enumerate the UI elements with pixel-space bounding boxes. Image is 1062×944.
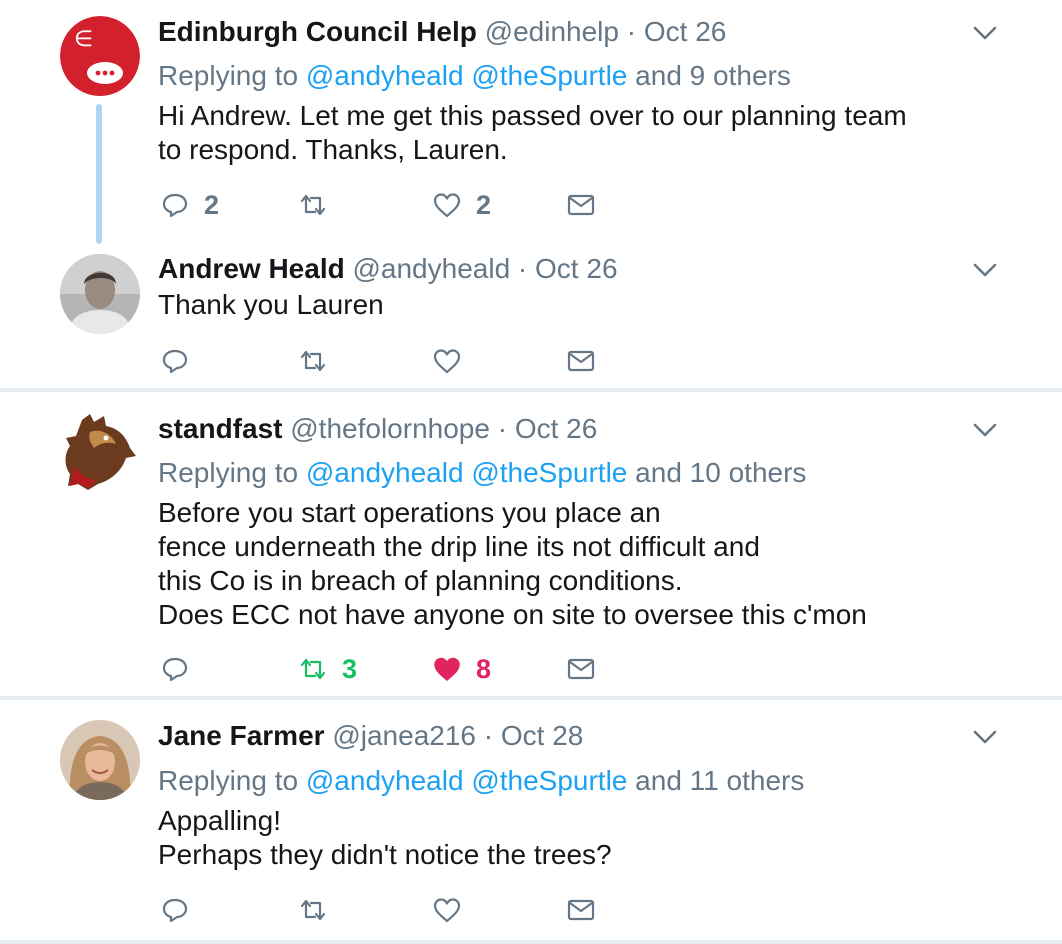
direct-message-button[interactable] (566, 344, 596, 378)
display-name[interactable]: standfast (158, 413, 282, 444)
mention-link[interactable]: @theSpurtle (471, 765, 627, 796)
tweet-menu-chevron-down-icon[interactable] (972, 24, 998, 42)
replying-to-line: Replying to @andyheald @theSpurtle and 9… (158, 58, 791, 94)
tweet-actions: 2 2 (160, 188, 640, 222)
reply-count: 2 (204, 189, 220, 220)
header-separator: · (626, 16, 637, 47)
tweet-actions (160, 344, 640, 378)
replying-to-prefix: Replying to (158, 60, 299, 91)
tweet-text: Thank you Lauren (158, 289, 384, 320)
like-count: 8 (476, 653, 492, 684)
reply-icon (162, 898, 188, 923)
tweet-actions (160, 893, 640, 927)
header-separator: · (497, 413, 508, 444)
speech-bubble-logo-icon: ∈ (60, 16, 140, 96)
tweet-date[interactable]: Oct 26 (515, 413, 597, 444)
tweet-text: Appalling! Perhaps they didn't notice th… (158, 805, 612, 870)
mention-link[interactable]: @andyheald (306, 765, 464, 796)
like-button[interactable]: 2 (432, 188, 491, 222)
heart-icon (433, 898, 461, 923)
reply-button[interactable] (160, 652, 204, 686)
tweet-header: standfast @thefolornhope · Oct 26 (158, 411, 597, 447)
heart-icon (433, 193, 461, 218)
tweet-janea216[interactable]: Jane Farmer @janea216 · Oct 28 Replying … (0, 700, 1062, 940)
mention-link[interactable]: @andyheald (306, 457, 464, 488)
retweet-icon (300, 350, 326, 372)
envelope-icon (567, 350, 595, 372)
tweet-header: Jane Farmer @janea216 · Oct 28 (158, 718, 583, 754)
heart-icon (433, 349, 461, 374)
tweet-header: Edinburgh Council Help @edinhelp · Oct 2… (158, 14, 726, 50)
like-button[interactable] (432, 344, 476, 378)
retweet-button[interactable]: 3 (298, 652, 357, 686)
tweet-thefolornhope[interactable]: standfast @thefolornhope · Oct 26 Replyi… (0, 392, 1062, 696)
retweet-count: 3 (342, 653, 358, 684)
retweet-icon (300, 658, 326, 680)
replying-to-line: Replying to @andyheald @theSpurtle and 1… (158, 763, 804, 799)
reply-icon (162, 349, 188, 374)
svg-text:∈: ∈ (74, 26, 93, 51)
retweet-button[interactable] (298, 893, 342, 927)
user-handle[interactable]: @andyheald (352, 253, 510, 284)
retweet-icon (300, 194, 326, 216)
mention-link[interactable]: @theSpurtle (471, 457, 627, 488)
thread-connector-line (96, 104, 102, 244)
person-photo-icon (60, 720, 140, 800)
replying-to-prefix: Replying to (158, 457, 299, 488)
replying-to-others[interactable]: and 10 others (635, 457, 806, 488)
avatar-andyheald[interactable] (60, 254, 140, 334)
tweet-header: Andrew Heald @andyheald · Oct 26 (158, 251, 618, 287)
tweet-menu-chevron-down-icon[interactable] (972, 421, 998, 439)
replying-to-others[interactable]: and 11 others (635, 765, 804, 796)
avatar-thefolornhope[interactable] (60, 410, 140, 490)
tweet-date[interactable]: Oct 26 (535, 253, 617, 284)
tweet-date[interactable]: Oct 26 (644, 16, 726, 47)
direct-message-button[interactable] (566, 652, 596, 686)
like-count: 2 (476, 189, 492, 220)
retweet-icon (300, 899, 326, 921)
replying-to-prefix: Replying to (158, 765, 299, 796)
retweet-button[interactable] (298, 188, 342, 222)
reply-icon (162, 657, 188, 682)
reply-icon (162, 193, 188, 218)
tweet-edinhelp[interactable]: ∈ Edinburgh Council Help @edinhelp · Oct… (0, 0, 1062, 244)
reply-button[interactable] (160, 893, 204, 927)
avatar-janea216[interactable] (60, 720, 140, 800)
retweet-button[interactable] (298, 344, 342, 378)
heraldic-beast-icon (60, 410, 140, 490)
mention-link[interactable]: @andyheald (306, 60, 464, 91)
display-name[interactable]: Edinburgh Council Help (158, 16, 477, 47)
envelope-icon (567, 194, 595, 216)
replying-to-line: Replying to @andyheald @theSpurtle and 1… (158, 455, 806, 491)
mention-link[interactable]: @theSpurtle (471, 60, 627, 91)
tweet-divider (0, 940, 1062, 944)
display-name[interactable]: Andrew Heald (158, 253, 345, 284)
header-separator: · (517, 253, 528, 284)
tweet-menu-chevron-down-icon[interactable] (972, 261, 998, 279)
user-handle[interactable]: @edinhelp (485, 16, 619, 47)
user-handle[interactable]: @thefolornhope (290, 413, 490, 444)
user-handle[interactable]: @janea216 (332, 720, 476, 751)
tweet-andyheald[interactable]: Andrew Heald @andyheald · Oct 26 Thank y… (0, 240, 1062, 388)
tweet-date[interactable]: Oct 28 (501, 720, 583, 751)
person-photo-icon (60, 254, 140, 334)
heart-filled-icon (434, 657, 460, 681)
tweet-text: Before you start operations you place an… (158, 497, 867, 630)
direct-message-button[interactable] (566, 188, 596, 222)
tweet-menu-chevron-down-icon[interactable] (972, 728, 998, 746)
replying-to-others[interactable]: and 9 others (635, 60, 791, 91)
envelope-icon (567, 899, 595, 921)
tweet-text: Hi Andrew. Let me get this passed over t… (158, 100, 907, 165)
reply-button[interactable] (160, 344, 204, 378)
reply-button[interactable]: 2 (160, 188, 219, 222)
like-button[interactable]: 8 (432, 652, 491, 686)
avatar-edinhelp[interactable]: ∈ (60, 16, 140, 96)
like-button[interactable] (432, 893, 476, 927)
header-separator: · (483, 720, 494, 751)
display-name[interactable]: Jane Farmer (158, 720, 325, 751)
tweet-actions: 3 8 (160, 652, 640, 686)
direct-message-button[interactable] (566, 893, 596, 927)
envelope-icon (567, 658, 595, 680)
